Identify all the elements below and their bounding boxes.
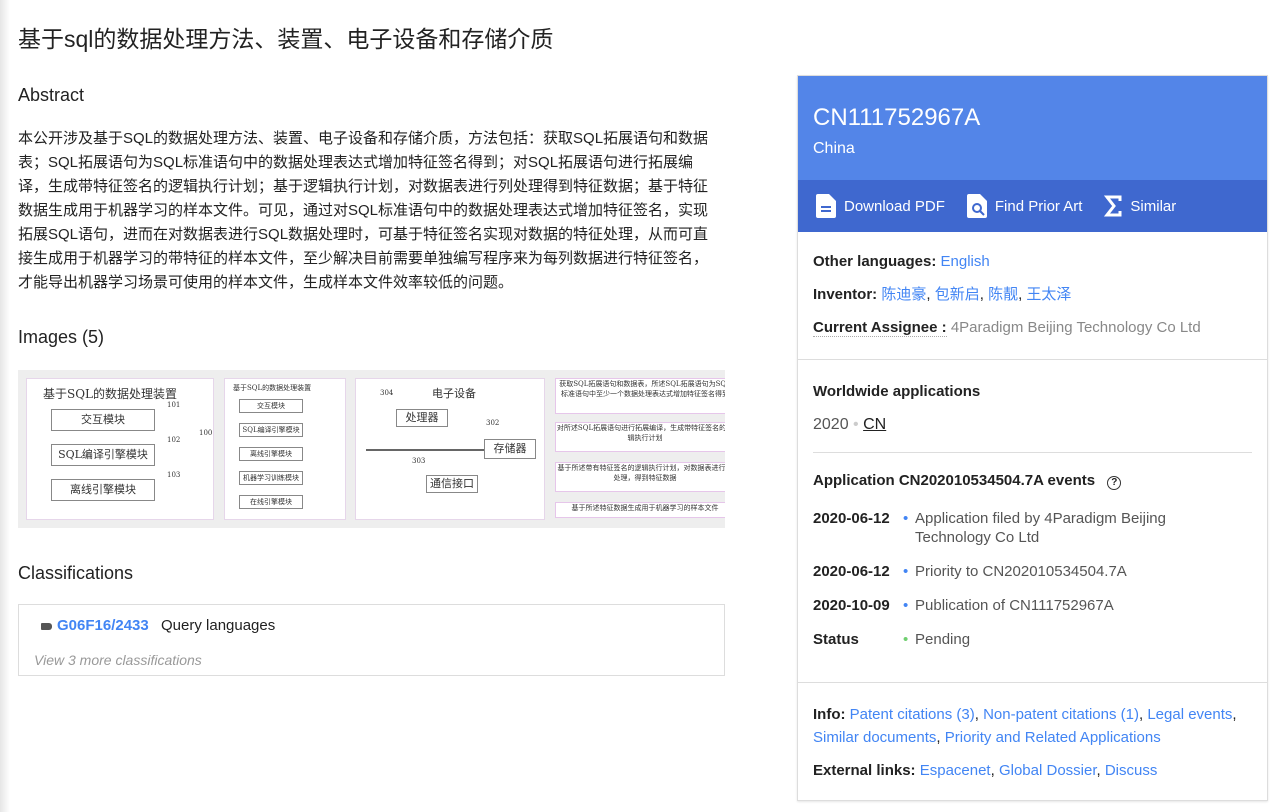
events-heading: Application CN202010534504.7A events [813, 472, 1095, 489]
similar-button[interactable]: Similar [1104, 195, 1176, 217]
abstract-text: 本公开涉及基于SQL的数据处理方法、装置、电子设备和存储介质，方法包括：获取SQ… [18, 127, 718, 295]
action-bar: Download PDF Find Prior Art Similar [798, 180, 1267, 232]
image-thumbnail[interactable]: 获取SQL拓展语句和数据表，所述SQL拓展语句为SQL标准语句中至少一个数据处理… [555, 378, 725, 520]
thumb-title: 基于SQL的数据处理装置 [43, 385, 177, 402]
thumb-title: 电子设备 [432, 385, 476, 401]
inventor-link[interactable]: 陈靓 [988, 286, 1018, 303]
non-patent-citations-link[interactable]: Non-patent citations (1) [983, 706, 1139, 723]
ref: 101 [167, 401, 180, 409]
info-label: Info: [813, 706, 845, 723]
global-dossier-link[interactable]: Global Dossier [999, 762, 1097, 779]
similar-label: Similar [1130, 198, 1176, 215]
event-text: Publication of CN111752967A [915, 596, 1185, 615]
thumb-box: 基于所述特征数据生成用于机器学习的样本文件 [555, 502, 725, 518]
worldwide-country-link[interactable]: CN [863, 416, 886, 433]
patent-country: China [813, 140, 1252, 158]
thumb-box: 基于所述带有特征签名的逻辑执行计划，对数据表进行列处理，得到特征数据 [555, 462, 725, 492]
download-pdf-button[interactable]: Download PDF [816, 194, 945, 218]
event-row: 2020-06-12•Application filed by 4Paradig… [813, 509, 1252, 547]
worldwide-heading: Worldwide applications [813, 382, 1252, 402]
event-date: 2020-06-12 [813, 509, 903, 547]
thumb-box: 处理器 [396, 409, 448, 427]
thumb-box: SQL编译引擎模块 [51, 444, 155, 466]
ref: 303 [412, 457, 425, 465]
view-more-classifications-link[interactable]: View 3 more classifications [34, 652, 202, 668]
thumb-box: 对所述SQL拓展语句进行拓展编译，生成带特征签名的逻辑执行计划 [555, 422, 725, 452]
image-thumbnail[interactable]: 基于SQL的数据处理装置 交互模块 SQL编译引擎模块 离线引擎模块 101 1… [26, 378, 214, 520]
images-heading: Images (5) [18, 327, 104, 348]
ref: 103 [167, 471, 180, 479]
panel-header: CN111752967A China [798, 76, 1267, 180]
thumb-box: 交互模块 [51, 409, 155, 431]
status-row: Status•Pending [813, 630, 1252, 649]
search-document-icon [967, 194, 987, 218]
thumb-box: 通信接口 [426, 475, 478, 493]
thumb-box: 在线引擎模块 [239, 495, 303, 509]
thumb-box: 交互模块 [239, 399, 303, 413]
classification-code-link[interactable]: G06F16/2433 [57, 617, 149, 634]
ref: 302 [486, 419, 499, 427]
thumb-box: 离线引擎模块 [51, 479, 155, 501]
find-prior-art-button[interactable]: Find Prior Art [967, 194, 1083, 218]
patent-citations-link[interactable]: Patent citations (3) [850, 706, 975, 723]
thumb-box: 存储器 [484, 439, 536, 459]
thumb-box: 获取SQL拓展语句和数据表，所述SQL拓展语句为SQL标准语句中至少一个数据处理… [555, 378, 725, 414]
event-date: 2020-06-12 [813, 562, 903, 581]
page-title: 基于sql的数据处理方法、装置、电子设备和存储介质 [18, 20, 553, 54]
inventor-link[interactable]: 包新启 [935, 286, 980, 303]
event-text: Application filed by 4Paradigm Beijing T… [915, 509, 1185, 547]
find-prior-art-label: Find Prior Art [995, 198, 1083, 215]
ref: 100 [199, 429, 212, 437]
image-thumbnail[interactable]: 基于SQL的数据处理装置 交互模块 SQL编译引擎模块 离线引擎模块 机器学习训… [224, 378, 346, 520]
ref: 304 [380, 389, 393, 397]
assignee-value: 4Paradigm Beijing Technology Co Ltd [951, 319, 1201, 336]
inventor-link[interactable]: 王太泽 [1026, 286, 1071, 303]
sigma-icon [1104, 195, 1122, 217]
discuss-link[interactable]: Discuss [1105, 762, 1158, 779]
worldwide-year: 2020 [813, 416, 849, 433]
image-thumbnail[interactable]: 电子设备 处理器 存储器 通信接口 304 302 303 [355, 378, 545, 520]
other-languages-label: Other languages: [813, 253, 936, 270]
legal-events-link[interactable]: Legal events [1147, 706, 1232, 723]
english-link[interactable]: English [941, 253, 990, 270]
help-icon[interactable]: ? [1107, 476, 1121, 490]
thumb-box: 离线引擎模块 [239, 447, 303, 461]
classifications-heading: Classifications [18, 563, 133, 584]
thumb-box: 机器学习训练模块 [239, 471, 303, 485]
event-row: 2020-06-12•Priority to CN202010534504.7A [813, 562, 1252, 581]
inventor-label: Inventor: [813, 286, 877, 303]
left-shadow [0, 0, 10, 812]
event-date: 2020-10-09 [813, 596, 903, 615]
inventor-link[interactable]: 陈迪豪 [881, 286, 926, 303]
download-pdf-label: Download PDF [844, 198, 945, 215]
assignee-label: Current Assignee : [813, 319, 947, 337]
event-row: 2020-10-09•Publication of CN111752967A [813, 596, 1252, 615]
status-value: Pending [915, 630, 1185, 649]
images-carousel[interactable]: 基于SQL的数据处理装置 交互模块 SQL编译引擎模块 离线引擎模块 101 1… [18, 370, 725, 528]
event-text: Priority to CN202010534504.7A [915, 562, 1185, 581]
thumb-box: SQL编译引擎模块 [239, 423, 303, 437]
similar-documents-link[interactable]: Similar documents [813, 729, 936, 746]
status-label: Status [813, 630, 903, 649]
abstract-heading: Abstract [18, 85, 84, 106]
classifications-box: G06F16/2433 Query languages View 3 more … [18, 604, 725, 676]
tag-icon [41, 623, 52, 630]
ref: 102 [167, 436, 180, 444]
priority-applications-link[interactable]: Priority and Related Applications [945, 729, 1161, 746]
classification-description: Query languages [161, 617, 275, 634]
patent-summary-panel: CN111752967A China Download PDF Find Pri… [797, 75, 1268, 801]
patent-number: CN111752967A [813, 104, 1252, 132]
thumb-title: 基于SQL的数据处理装置 [233, 383, 311, 393]
espacenet-link[interactable]: Espacenet [920, 762, 991, 779]
external-links-label: External links: [813, 762, 916, 779]
document-icon [816, 194, 836, 218]
